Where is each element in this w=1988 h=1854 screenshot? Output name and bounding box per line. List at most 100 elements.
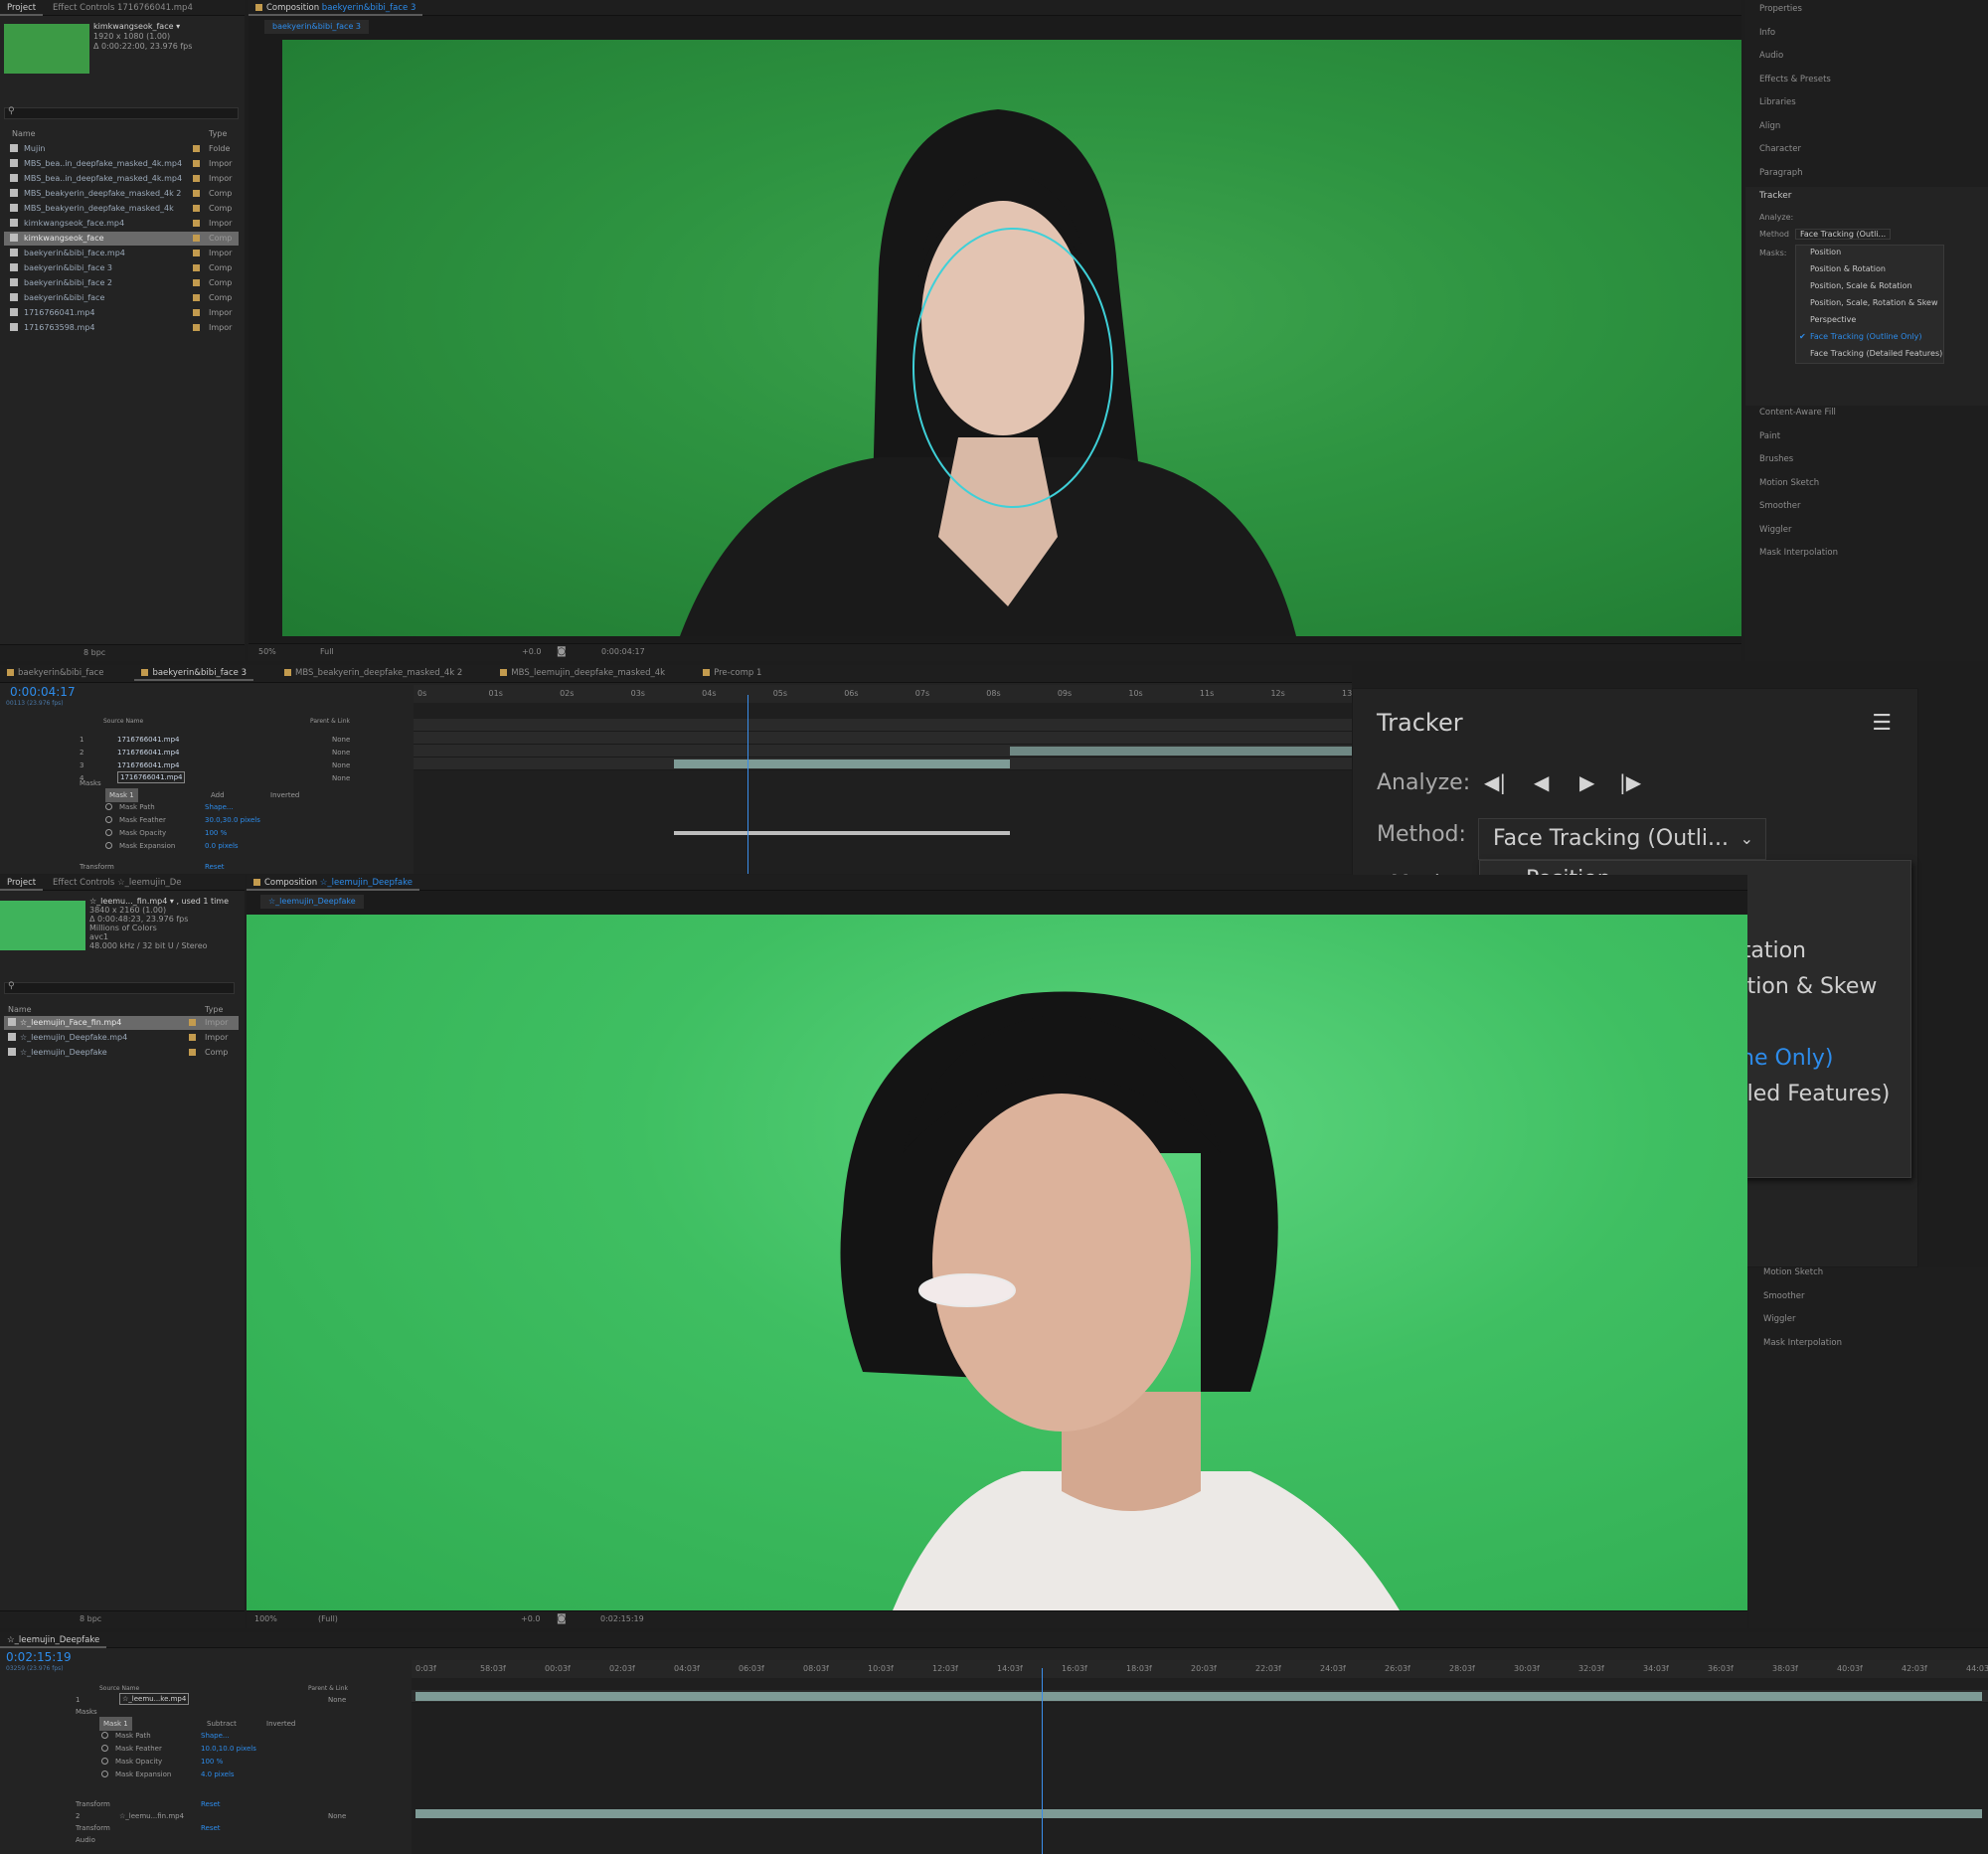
project-list-item[interactable]: 1716763598.mp4 Impor — [4, 321, 239, 335]
tab-effect-controls-bottom[interactable]: Effect Controls ☆_leemujin_De — [46, 875, 189, 891]
label-color-swatch[interactable] — [189, 1019, 196, 1026]
bpc-label[interactable]: 8 bpc — [83, 648, 105, 657]
right-panel-item[interactable]: Paragraph — [1759, 168, 1803, 178]
analyze-forward-one-frame-icon[interactable]: |▶ — [1619, 770, 1641, 794]
stopwatch-icon[interactable] — [105, 816, 112, 823]
label-color-swatch[interactable] — [193, 309, 200, 316]
project-list-item[interactable]: kimkwangseok_face.mp4 Impor — [4, 217, 239, 231]
camera-icon[interactable]: ◙ — [557, 1613, 567, 1624]
label-color-swatch[interactable] — [193, 235, 200, 242]
tracker-title[interactable]: Tracker — [1759, 191, 1791, 201]
right-panel-item[interactable]: Info — [1759, 28, 1775, 38]
method-menu-item[interactable]: Position & Rotation — [1810, 264, 1886, 273]
zoom-dropdown[interactable]: 50% — [258, 647, 276, 656]
transform-reset-3[interactable]: Reset — [201, 1821, 221, 1835]
timeline-tab[interactable]: baekyerin&bibi_face — [0, 665, 110, 681]
project-list-item[interactable]: ☆_leemujin_Deepfake.mp4 Impor — [4, 1031, 239, 1045]
zoom-dropdown-bottom[interactable]: 100% — [254, 1614, 277, 1623]
quality-dropdown[interactable]: Full — [320, 647, 334, 656]
method-dropdown-small[interactable]: Face Tracking (Outli... — [1795, 229, 1892, 240]
mask-property-value[interactable]: 100 % — [201, 1755, 223, 1769]
right-panel-item[interactable]: Motion Sketch — [1759, 478, 1819, 488]
search-input[interactable]: ⚲ — [4, 106, 239, 119]
transform-reset-2[interactable]: Reset — [201, 1797, 221, 1811]
current-time-bottom[interactable]: 0:02:15:19 — [600, 1614, 644, 1623]
layer1-parent[interactable]: None — [328, 1693, 346, 1707]
label-color-swatch[interactable] — [193, 160, 200, 167]
layer1-bar[interactable] — [415, 1692, 1982, 1701]
project-list-item[interactable]: ☆_leemujin_Face_fin.mp4 Impor — [4, 1016, 239, 1030]
layer-name[interactable]: 1716766041.mp4 — [117, 746, 179, 759]
label-color-swatch[interactable] — [189, 1034, 196, 1041]
right-panel-item[interactable]: Character — [1759, 144, 1801, 154]
layer-parent[interactable]: None — [332, 733, 350, 747]
right-panel-item[interactable]: Align — [1759, 121, 1780, 131]
project-list-item[interactable]: MBS_bea..in_deepfake_masked_4k.mp4 Impor — [4, 157, 239, 171]
camera-icon[interactable]: ◙ — [557, 646, 567, 657]
layer-4-bar[interactable] — [674, 759, 1010, 768]
stopwatch-icon[interactable] — [101, 1732, 108, 1739]
project-list-item[interactable]: MBS_beakyerin_deepfake_masked_4k 2 Comp — [4, 187, 239, 201]
project-list-item[interactable]: MBS_beakyerin_deepfake_masked_4k Comp — [4, 202, 239, 216]
label-color-swatch[interactable] — [193, 250, 200, 256]
project-list-item[interactable]: 1716766041.mp4 Impor — [4, 306, 239, 320]
layer2-name[interactable]: ☆_leemu...fin.mp4 — [119, 1809, 184, 1823]
mask-property-value[interactable]: Shape... — [205, 800, 234, 814]
mask-inverted-2[interactable]: Inverted — [266, 1717, 295, 1731]
mask-property-value[interactable]: 4.0 pixels — [201, 1768, 235, 1781]
right-panel-item[interactable]: Audio — [1759, 51, 1783, 61]
stopwatch-icon[interactable] — [105, 842, 112, 849]
label-color-swatch[interactable] — [193, 264, 200, 271]
right-panel-item[interactable]: Content-Aware Fill — [1759, 408, 1836, 418]
stopwatch-icon[interactable] — [101, 1758, 108, 1765]
timeline-tab[interactable]: Pre-comp 1 — [696, 665, 768, 681]
right-panel-item[interactable]: Wiggler — [1763, 1314, 1795, 1324]
label-color-swatch[interactable] — [189, 1049, 196, 1056]
right-panel-item[interactable]: Mask Interpolation — [1763, 1338, 1842, 1348]
layer-parent[interactable]: None — [332, 758, 350, 772]
transform-reset[interactable]: Reset — [205, 860, 225, 874]
col-name-header[interactable]: Name — [12, 127, 36, 141]
comp-subtab-bottom[interactable]: ☆_leemujin_Deepfake — [260, 895, 364, 909]
quality-dropdown-bottom[interactable]: (Full) — [318, 1614, 338, 1623]
label-color-swatch[interactable] — [193, 220, 200, 227]
stopwatch-icon[interactable] — [101, 1770, 108, 1777]
time-ruler-2[interactable]: 0:03f 58:03f 00:03f 02:03f 04:03f 06:03f 08:03… — [412, 1660, 1988, 1678]
mask-property-value[interactable]: 100 % — [205, 826, 227, 840]
project-list-item[interactable]: baekyerin&bibi_face.mp4 Impor — [4, 247, 239, 260]
project-list-item[interactable]: Mujin Folde — [4, 142, 239, 156]
stopwatch-icon[interactable] — [105, 829, 112, 836]
label-color-swatch[interactable] — [193, 294, 200, 301]
label-color-swatch[interactable] — [193, 205, 200, 212]
mask-inverted[interactable]: Inverted — [270, 788, 299, 802]
masks-group-2[interactable]: Masks — [76, 1705, 97, 1719]
timeline-tab[interactable]: baekyerin&bibi_face 3 — [134, 665, 254, 681]
timeline-tab[interactable]: MBS_beakyerin_deepfake_masked_4k 2 — [277, 665, 469, 681]
label-color-swatch[interactable] — [193, 175, 200, 182]
analyze-forward-icon[interactable]: ▶ — [1579, 770, 1594, 794]
method-menu-item[interactable]: Position, Scale, Rotation & Skew — [1810, 298, 1938, 307]
bpc-label-bottom[interactable]: 8 bpc — [80, 1614, 101, 1623]
current-time[interactable]: 0:00:04:17 — [601, 647, 645, 656]
tab-composition[interactable]: Composition baekyerin&bibi_face 3 — [248, 0, 423, 16]
playhead-2[interactable] — [1042, 1668, 1043, 1854]
analyze-backward-one-frame-icon[interactable]: ◀| — [1484, 770, 1506, 794]
right-panel-item[interactable]: Smoother — [1759, 501, 1801, 511]
project-list-item[interactable]: baekyerin&bibi_face 3 Comp — [4, 261, 239, 275]
audio-group[interactable]: Audio — [76, 1833, 95, 1847]
method-menu-item[interactable]: Face Tracking (Outline Only) — [1810, 332, 1922, 341]
label-color-swatch[interactable] — [193, 324, 200, 331]
exposure-value[interactable]: +0.0 — [522, 647, 541, 656]
keyframe-strip[interactable] — [674, 831, 1010, 835]
layer-name[interactable]: 1716766041.mp4 — [117, 771, 186, 783]
right-panel-item[interactable]: Wiggler — [1759, 525, 1791, 535]
exposure-value-bottom[interactable]: +0.0 — [521, 1614, 540, 1623]
method-menu-item[interactable]: Face Tracking (Detailed Features) — [1810, 349, 1942, 358]
time-ruler[interactable]: 0s 01s 02s 03s 04s 05s 06s 07s 08s 09s 10s 11s 12s 13… — [414, 685, 1352, 703]
layer1-name[interactable]: ☆_leemu...ke.mp4 — [119, 1693, 190, 1705]
label-color-swatch[interactable] — [193, 190, 200, 197]
label-color-swatch[interactable] — [193, 279, 200, 286]
right-panel-item[interactable]: Brushes — [1759, 454, 1793, 464]
method-dropdown[interactable]: Face Tracking (Outli... ⌄ — [1478, 818, 1766, 860]
col-name-bottom[interactable]: Name — [8, 1003, 32, 1017]
